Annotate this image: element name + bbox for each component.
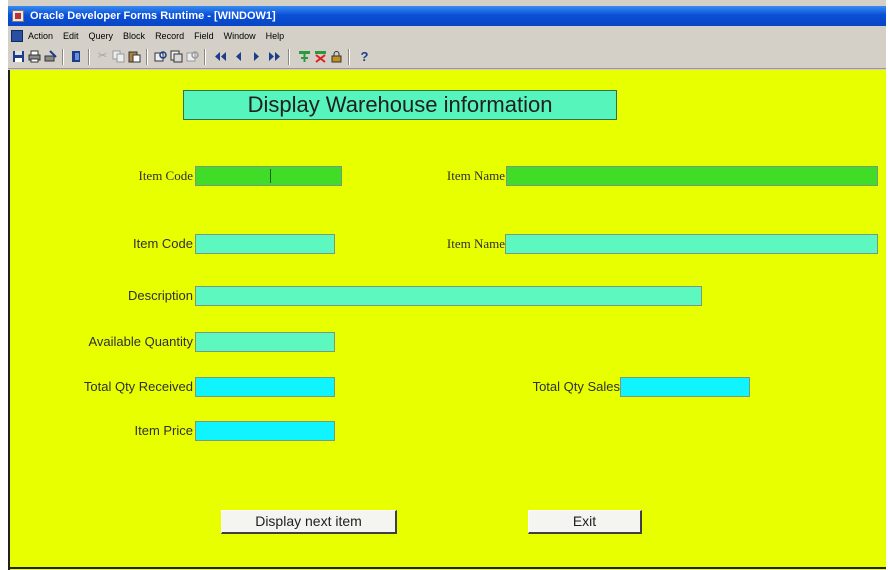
canvas-left-border xyxy=(8,70,10,570)
form-canvas: Display Warehouse information Item Code … xyxy=(8,70,886,570)
insert-record-icon[interactable] xyxy=(298,50,311,63)
cut-icon[interactable]: ✂ xyxy=(96,50,109,63)
menu-items: Action Edit Query Block Record Field Win… xyxy=(28,27,284,45)
app-icon xyxy=(12,10,24,22)
text-cursor xyxy=(270,169,271,183)
total-qty-sales-field[interactable] xyxy=(620,377,750,397)
print-icon[interactable] xyxy=(28,50,41,63)
menu-block[interactable]: Block xyxy=(123,27,145,45)
lock-record-icon[interactable] xyxy=(330,50,343,63)
item-code-display-field[interactable] xyxy=(195,234,335,254)
toolbar: ✂ ? xyxy=(8,46,886,69)
total-qty-sales-label: Total Qty Sales xyxy=(532,379,620,394)
menu-record[interactable]: Record xyxy=(155,27,184,45)
window-title: Oracle Developer Forms Runtime - [WINDOW… xyxy=(30,10,276,22)
toolbar-separator xyxy=(88,49,90,65)
item-name-input[interactable] xyxy=(506,166,878,186)
item-name-display-field[interactable] xyxy=(505,234,878,254)
exit-icon[interactable] xyxy=(70,50,83,63)
toolbar-separator xyxy=(348,49,350,65)
display-next-item-button[interactable]: Display next item xyxy=(221,510,397,534)
menu-edit[interactable]: Edit xyxy=(63,27,79,45)
item-code-display-label: Item Code xyxy=(133,236,193,251)
copy-icon[interactable] xyxy=(112,50,125,63)
item-price-field[interactable] xyxy=(195,421,335,441)
menu-bar: Action Edit Query Block Record Field Win… xyxy=(8,27,886,45)
item-price-label: Item Price xyxy=(134,423,193,438)
available-quantity-field[interactable] xyxy=(195,332,335,352)
document-menu-icon[interactable] xyxy=(11,30,23,42)
form-heading: Display Warehouse information xyxy=(183,90,617,120)
toolbar-separator xyxy=(204,49,206,65)
delete-record-icon[interactable] xyxy=(314,50,327,63)
save-icon[interactable] xyxy=(12,50,25,63)
menu-action[interactable]: Action xyxy=(28,27,53,45)
next-record-icon[interactable] xyxy=(250,50,263,63)
available-quantity-label: Available Quantity xyxy=(88,334,193,349)
item-name-label: Item Name xyxy=(446,168,505,183)
help-icon[interactable]: ? xyxy=(358,50,371,63)
total-qty-received-label: Total Qty Received xyxy=(83,379,193,394)
menu-window[interactable]: Window xyxy=(224,27,256,45)
execute-query-icon[interactable] xyxy=(170,50,183,63)
print-setup-icon[interactable] xyxy=(44,50,57,63)
title-bar[interactable]: Oracle Developer Forms Runtime - [WINDOW… xyxy=(8,6,886,26)
toolbar-separator xyxy=(288,49,290,65)
description-field[interactable] xyxy=(195,286,702,306)
menu-field[interactable]: Field xyxy=(194,27,214,45)
toolbar-separator xyxy=(146,49,148,65)
enter-query-icon[interactable] xyxy=(154,50,167,63)
description-label: Description xyxy=(127,288,193,303)
previous-record-icon[interactable] xyxy=(232,50,245,63)
forms-runtime-window: Oracle Developer Forms Runtime - [WINDOW… xyxy=(8,0,886,570)
item-code-input[interactable] xyxy=(195,166,342,186)
first-record-icon[interactable] xyxy=(214,50,227,63)
menu-help[interactable]: Help xyxy=(266,27,285,45)
menu-query[interactable]: Query xyxy=(89,27,114,45)
cancel-query-icon[interactable] xyxy=(186,50,199,63)
total-qty-received-field[interactable] xyxy=(195,377,335,397)
item-code-label: Item Code xyxy=(138,168,193,183)
canvas-bottom-border xyxy=(8,567,886,569)
paste-icon[interactable] xyxy=(128,50,141,63)
item-name-display-label: Item Name xyxy=(446,236,505,251)
toolbar-separator xyxy=(62,49,64,65)
exit-button[interactable]: Exit xyxy=(528,510,642,534)
last-record-icon[interactable] xyxy=(268,50,281,63)
